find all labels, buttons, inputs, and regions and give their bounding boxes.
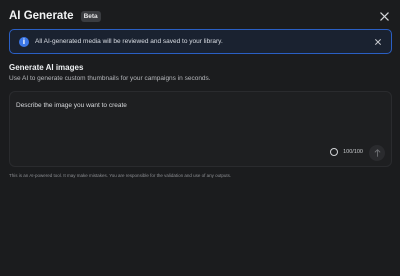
banner-dismiss-button[interactable] [373,37,383,47]
prompt-box: 100/100 [9,91,392,167]
info-icon: i [19,36,29,47]
section-description: Use AI to generate custom thumbnails for… [9,75,211,82]
generate-submit-button[interactable] [369,145,385,161]
info-banner: i All AI-generated media will be reviewe… [9,29,392,54]
disclaimer-text: This is an AI-powered tool. It may make … [9,173,232,178]
modal-title: AI Generate [9,10,74,22]
close-icon [379,11,389,21]
progress-ring-icon [330,148,339,156]
modal-header: AI Generate Beta [9,8,392,24]
close-icon [375,39,381,45]
section-title: Generate AI images [9,63,84,72]
arrow-up-icon [374,149,380,157]
prompt-input[interactable] [16,98,316,112]
counter-text: 100/100 [343,149,363,155]
character-counter: 100/100 [330,148,363,156]
close-button[interactable] [376,8,392,24]
beta-badge: Beta [80,10,101,22]
banner-text: All AI-generated media will be reviewed … [35,38,223,45]
